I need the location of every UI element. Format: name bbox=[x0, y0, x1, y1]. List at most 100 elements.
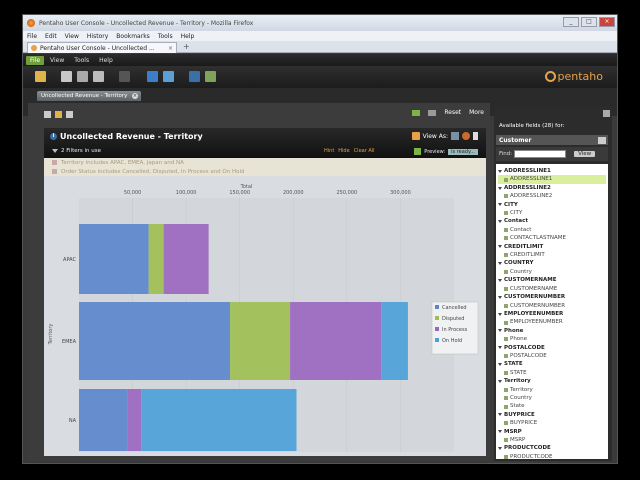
remove-filter-icon[interactable] bbox=[52, 169, 57, 174]
expand-group-icon[interactable] bbox=[498, 278, 502, 282]
reset-button[interactable]: Reset bbox=[444, 109, 461, 116]
chart-type-icon[interactable] bbox=[411, 132, 420, 140]
expand-group-icon[interactable] bbox=[498, 447, 502, 451]
field-group[interactable]: Contact bbox=[498, 217, 606, 225]
chart-view-icon[interactable] bbox=[462, 132, 470, 140]
field-item[interactable]: Territory bbox=[498, 386, 606, 394]
expand-group-icon[interactable] bbox=[498, 262, 502, 266]
field-item[interactable]: CUSTOMERNUMBER bbox=[498, 302, 606, 310]
refresh-icon[interactable] bbox=[414, 148, 422, 155]
minimize-button[interactable]: _ bbox=[563, 17, 579, 27]
more-button[interactable]: More bbox=[469, 109, 484, 116]
document-tab-close-icon[interactable]: × bbox=[132, 93, 138, 99]
app-menu-tools[interactable]: Tools bbox=[70, 56, 93, 65]
field-item[interactable]: BUYPRICE bbox=[498, 419, 606, 427]
field-group[interactable]: STATE bbox=[498, 360, 606, 368]
field-group[interactable]: ADDRESSLINE1 bbox=[498, 167, 606, 175]
new-analysis-icon[interactable] bbox=[77, 71, 88, 82]
category-options-icon[interactable] bbox=[598, 136, 606, 144]
menu-bookmarks[interactable]: Bookmarks bbox=[116, 33, 150, 40]
expand-group-icon[interactable] bbox=[498, 363, 502, 367]
field-item[interactable]: CUSTOMERNAME bbox=[498, 285, 606, 293]
expand-group-icon[interactable] bbox=[498, 203, 502, 207]
field-item[interactable]: STATE bbox=[498, 369, 606, 377]
maximize-button[interactable]: □ bbox=[581, 17, 597, 27]
menu-edit[interactable]: Edit bbox=[45, 33, 57, 40]
field-item[interactable]: PRODUCTCODE bbox=[498, 453, 606, 459]
document-tab[interactable]: Uncollected Revenue - Territory × bbox=[37, 91, 141, 101]
field-group[interactable]: COUNTRY bbox=[498, 259, 606, 267]
field-group[interactable]: ADDRESSLINE2 bbox=[498, 184, 606, 192]
field-item[interactable]: ADDRESSLINE1 bbox=[498, 175, 606, 184]
expand-group-icon[interactable] bbox=[498, 186, 502, 190]
find-input[interactable] bbox=[514, 150, 567, 158]
menu-view[interactable]: View bbox=[65, 33, 79, 40]
field-group[interactable]: CREDITLIMIT bbox=[498, 243, 606, 251]
expand-group-icon[interactable] bbox=[498, 169, 502, 173]
save-as-icon[interactable] bbox=[163, 71, 174, 82]
menu-history[interactable]: History bbox=[87, 33, 108, 40]
filter-link-hint[interactable]: Hint bbox=[324, 148, 334, 154]
schedule-icon[interactable] bbox=[205, 71, 216, 82]
remove-filter-icon[interactable] bbox=[52, 160, 57, 165]
expand-group-icon[interactable] bbox=[498, 329, 502, 333]
redo-icon[interactable] bbox=[428, 109, 437, 116]
view-dropdown-icon[interactable] bbox=[473, 132, 478, 140]
field-item[interactable]: Country bbox=[498, 394, 606, 402]
field-item[interactable]: CREDITLIMIT bbox=[498, 251, 606, 259]
properties-icon[interactable] bbox=[66, 110, 73, 118]
menu-file[interactable]: File bbox=[27, 33, 37, 40]
field-item[interactable]: Contact bbox=[498, 226, 606, 234]
field-item[interactable]: State bbox=[498, 402, 606, 410]
field-item[interactable]: CITY bbox=[498, 209, 606, 217]
undo-icon[interactable] bbox=[412, 109, 421, 116]
field-group[interactable]: MSRP bbox=[498, 428, 606, 436]
field-group[interactable]: Phone bbox=[498, 327, 606, 335]
field-item[interactable]: ADDRESSLINE2 bbox=[498, 192, 606, 200]
field-group[interactable]: POSTALCODE bbox=[498, 344, 606, 352]
new-report-icon[interactable] bbox=[61, 71, 72, 82]
close-button[interactable]: × bbox=[599, 17, 615, 27]
table-view-icon[interactable] bbox=[451, 132, 459, 140]
new-tab-button[interactable]: + bbox=[183, 42, 193, 52]
new-dashboard-icon[interactable] bbox=[93, 71, 104, 82]
view-button[interactable]: View bbox=[574, 151, 596, 157]
expand-group-icon[interactable] bbox=[498, 379, 502, 383]
app-menu-file[interactable]: File bbox=[26, 55, 45, 65]
field-group[interactable]: EMPLOYEENUMBER bbox=[498, 310, 606, 318]
field-group[interactable]: Territory bbox=[498, 377, 606, 385]
tab-close-icon[interactable]: × bbox=[168, 45, 173, 52]
expand-group-icon[interactable] bbox=[498, 430, 502, 434]
app-menu-help[interactable]: Help bbox=[95, 56, 117, 65]
info-icon[interactable]: i bbox=[50, 133, 57, 140]
expand-group-icon[interactable] bbox=[498, 245, 502, 249]
field-item[interactable]: Phone bbox=[498, 335, 606, 343]
save-icon[interactable] bbox=[147, 71, 158, 82]
field-item[interactable]: POSTALCODE bbox=[498, 352, 606, 360]
expand-group-icon[interactable] bbox=[498, 312, 502, 316]
field-item[interactable]: MSRP bbox=[498, 436, 606, 444]
menu-tools[interactable]: Tools bbox=[158, 33, 173, 40]
field-item[interactable]: CONTACTLASTNAME bbox=[498, 234, 606, 242]
field-group[interactable]: CUSTOMERNAME bbox=[498, 276, 606, 284]
field-group[interactable]: PRODUCTCODE bbox=[498, 444, 606, 452]
app-menu-view[interactable]: View bbox=[46, 56, 68, 65]
panel-toggle-icon[interactable] bbox=[603, 110, 610, 117]
workspace-icon[interactable] bbox=[189, 71, 200, 82]
filter-link-clear-all[interactable]: Clear All bbox=[354, 148, 375, 154]
filter-link-hide[interactable]: Hide bbox=[338, 148, 349, 154]
filter-icon[interactable] bbox=[55, 110, 62, 118]
field-group[interactable]: BUYPRICE bbox=[498, 411, 606, 419]
expand-group-icon[interactable] bbox=[498, 413, 502, 417]
layout-icon[interactable] bbox=[44, 110, 51, 118]
field-group[interactable]: CUSTOMERNUMBER bbox=[498, 293, 606, 301]
field-item[interactable]: EMPLOYEENUMBER bbox=[498, 318, 606, 326]
expand-group-icon[interactable] bbox=[498, 295, 502, 299]
field-item[interactable]: Country bbox=[498, 268, 606, 276]
menu-help[interactable]: Help bbox=[181, 33, 195, 40]
open-folder-icon[interactable] bbox=[35, 71, 46, 82]
field-group[interactable]: CITY bbox=[498, 201, 606, 209]
browser-tab[interactable]: Pentaho User Console - Uncollected ... × bbox=[27, 42, 177, 53]
filters-toggle[interactable]: 2 Filters in use bbox=[52, 148, 101, 154]
edit-icon[interactable] bbox=[119, 71, 130, 82]
